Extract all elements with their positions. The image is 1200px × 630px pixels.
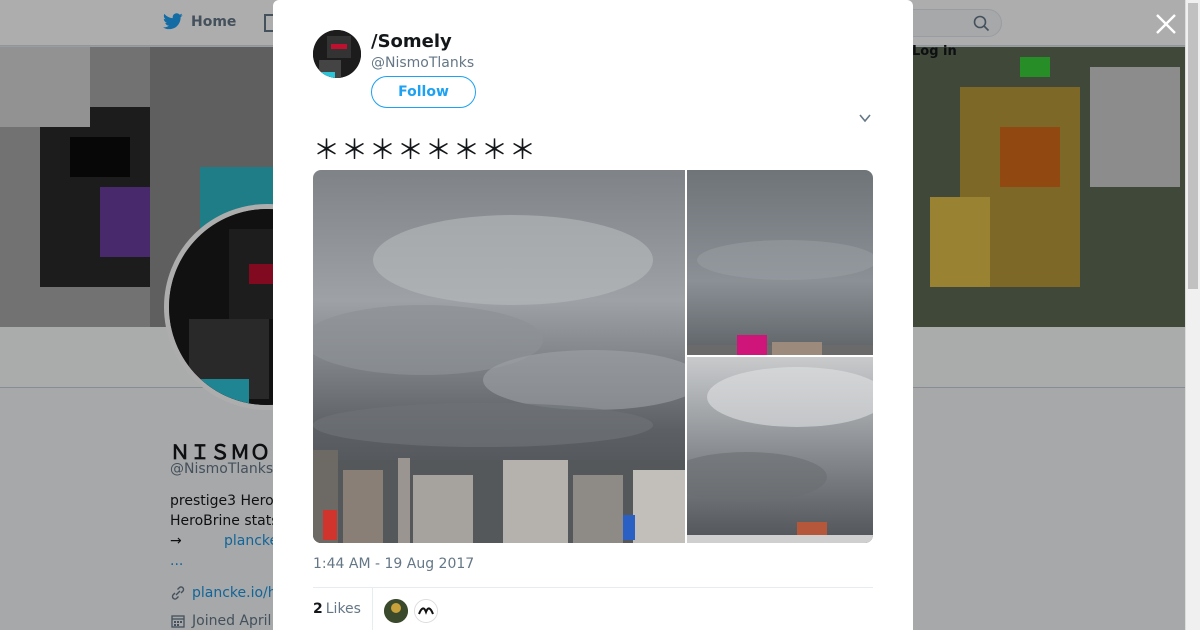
tweet-author-handle[interactable]: @NismoTlanks xyxy=(371,55,474,71)
liker-avatar[interactable] xyxy=(384,599,408,623)
likes-count: 2 xyxy=(313,601,323,617)
page-scrollbar[interactable] xyxy=(1185,0,1200,630)
liker-avatar[interactable] xyxy=(414,599,438,623)
divider xyxy=(372,588,373,630)
tweet-photo[interactable] xyxy=(687,170,873,355)
tweet-photo[interactable] xyxy=(687,357,873,543)
tweet-photo[interactable] xyxy=(313,170,685,543)
tweet-author-avatar[interactable] xyxy=(313,30,361,78)
tweet-author-name[interactable]: /Somely xyxy=(371,31,452,52)
tweet-media-grid xyxy=(313,170,873,543)
tweet-modal: /Somely @NismoTlanks Follow ＊＊＊＊＊＊＊＊ 1:4… xyxy=(273,0,913,630)
tweet-text: ＊＊＊＊＊＊＊＊ xyxy=(313,135,537,166)
divider xyxy=(313,587,873,588)
tweet-timestamp[interactable]: 1:44 AM - 19 Aug 2017 xyxy=(313,556,474,572)
likes-label: Likes xyxy=(325,601,361,617)
follow-button[interactable]: Follow xyxy=(371,76,476,108)
close-icon[interactable] xyxy=(1154,12,1178,36)
chevron-down-icon[interactable] xyxy=(858,111,872,125)
likes-stat[interactable]: 2 Likes xyxy=(313,601,361,617)
scrollbar-thumb[interactable] xyxy=(1188,3,1198,289)
